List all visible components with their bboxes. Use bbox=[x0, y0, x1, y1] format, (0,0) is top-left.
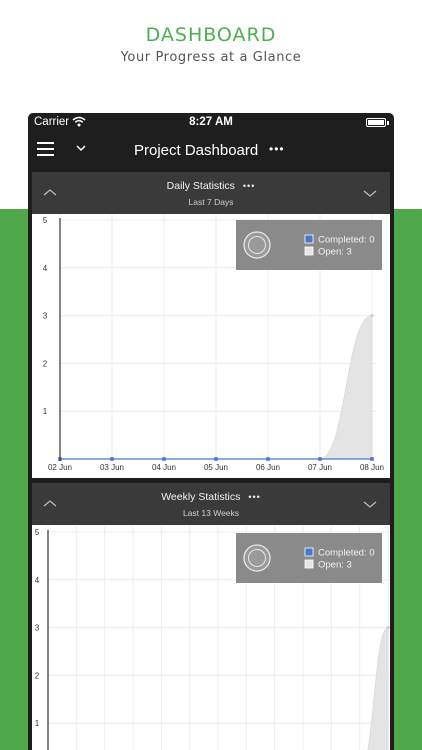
weekly-statistics-panel: Weekly Statistics ••• Last 13 Weeks 5 4 3 2 1… bbox=[32, 483, 390, 750]
legend-swatch-completed bbox=[304, 547, 314, 557]
panel-subtitle: Last 13 Weeks bbox=[182, 508, 240, 518]
completed-series-point bbox=[318, 457, 322, 461]
x-tick-label: 04 Jun bbox=[152, 463, 176, 472]
y-tick-label: 2 bbox=[35, 671, 40, 680]
y-tick-label: 5 bbox=[35, 528, 40, 537]
completed-series-point bbox=[266, 457, 270, 461]
panel-title: Weekly Statistics ••• bbox=[32, 491, 390, 503]
status-bar: Carrier 8:27 AM bbox=[28, 113, 394, 133]
promo-title: DASHBOARD bbox=[145, 24, 277, 46]
nav-title: Project Dashboard bbox=[134, 142, 259, 159]
open-series-point bbox=[386, 626, 390, 630]
x-tick-label: 08 Jun bbox=[360, 463, 384, 472]
promo-subtitle: Your Progress at a Glance bbox=[120, 50, 302, 65]
phone-screen: Carrier 8:27 AM Project Dashboard ••• Da… bbox=[28, 113, 394, 750]
legend-swatch-open bbox=[304, 559, 314, 569]
chevron-down-icon[interactable] bbox=[361, 495, 379, 513]
legend-swatch-completed bbox=[304, 234, 314, 244]
hamburger-menu-icon[interactable] bbox=[37, 142, 54, 156]
y-tick-label: 3 bbox=[43, 312, 48, 321]
legend-swatch-open bbox=[304, 246, 314, 256]
daily-statistics-panel: Daily Statistics ••• Last 7 Days 5 4 3 2 1 02 … bbox=[32, 172, 390, 478]
panel-more-icon[interactable]: ••• bbox=[243, 181, 255, 191]
x-tick-label: 02 Jun bbox=[48, 463, 72, 472]
panel-more-icon[interactable]: ••• bbox=[248, 492, 260, 502]
panel-header: Weekly Statistics ••• Last 13 Weeks bbox=[32, 483, 390, 525]
completed-series-point bbox=[110, 457, 114, 461]
y-tick-label: 2 bbox=[43, 359, 48, 368]
battery-tip bbox=[387, 120, 389, 125]
y-tick-label: 1 bbox=[43, 407, 48, 416]
weekly-chart: 5 4 3 2 1 Completed: 0Open: 3 bbox=[35, 526, 390, 750]
completed-series-point bbox=[214, 457, 218, 461]
chevron-down-icon[interactable] bbox=[75, 141, 87, 155]
panel-header: Daily Statistics ••• Last 7 Days bbox=[32, 172, 390, 214]
legend-open-label: Open: 3 bbox=[318, 247, 352, 258]
open-series-point bbox=[370, 314, 374, 318]
x-tick-label: 06 Jun bbox=[256, 463, 280, 472]
chart-area: 5 4 3 2 1 02 Jun 03 Jun 04 Jun 05 Jun 06 Jun 07 Ju… bbox=[32, 214, 390, 478]
x-tick-label: 03 Jun bbox=[100, 463, 124, 472]
y-tick-label: 5 bbox=[43, 216, 48, 225]
y-tick-label: 4 bbox=[43, 264, 48, 273]
chevron-down-icon[interactable] bbox=[361, 184, 379, 202]
y-tick-label: 3 bbox=[35, 624, 40, 633]
panel-title-text: Weekly Statistics bbox=[161, 491, 241, 503]
y-tick-label: 4 bbox=[35, 576, 40, 585]
completed-series-point bbox=[162, 457, 166, 461]
x-tick-label: 05 Jun bbox=[204, 463, 228, 472]
x-tick-label: 07 Jun bbox=[308, 463, 332, 472]
completed-series-point bbox=[370, 457, 374, 461]
status-time: 8:27 AM bbox=[189, 116, 233, 128]
daily-chart: 5 4 3 2 1 02 Jun 03 Jun 04 Jun 05 Jun 06 Jun 07 Ju… bbox=[43, 214, 384, 472]
pie-chart-icon bbox=[243, 544, 271, 572]
pie-chart-icon bbox=[243, 231, 271, 259]
panel-subtitle: Last 7 Days bbox=[188, 197, 234, 207]
panel-title: Daily Statistics ••• bbox=[32, 180, 390, 192]
navigation-bar: Project Dashboard ••• bbox=[28, 133, 394, 169]
chart-area: 5 4 3 2 1 Completed: 0 Open: 3 bbox=[32, 525, 390, 750]
battery-icon bbox=[366, 118, 386, 127]
legend-open-label: Open: 3 bbox=[318, 560, 352, 571]
y-tick-label: 1 bbox=[35, 719, 40, 728]
more-options-icon[interactable]: ••• bbox=[269, 142, 285, 156]
legend-completed-label: Completed: 0 bbox=[318, 235, 375, 246]
panel-title-text: Daily Statistics bbox=[166, 180, 235, 192]
legend-completed-label: Completed: 0 bbox=[318, 548, 375, 559]
